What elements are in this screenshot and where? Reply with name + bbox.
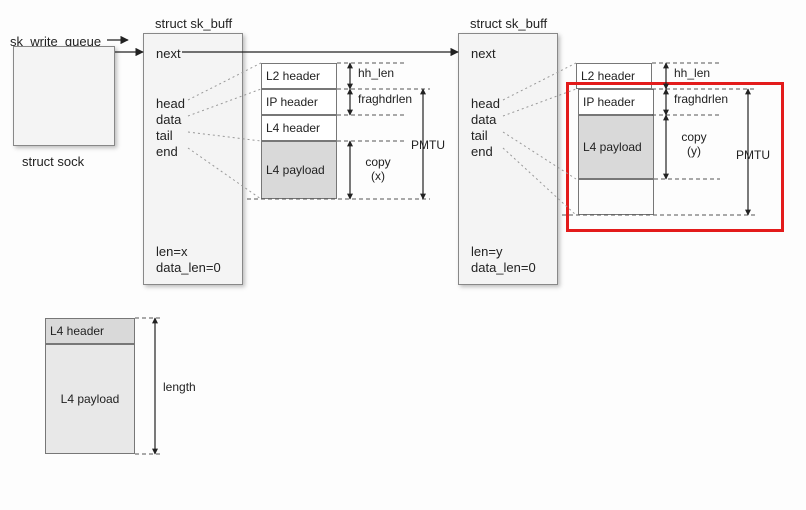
skb1-tail: tail [156, 128, 173, 143]
skb1-frag: fraghdrlen [358, 92, 412, 106]
skb2-tail: tail [471, 128, 488, 143]
skb2-box: next head data tail end len=y data_len=0 [458, 33, 558, 285]
skb1-copy: copy (x) [358, 155, 398, 183]
skb1-end: end [156, 144, 178, 159]
skb2-datalen: data_len=0 [471, 260, 536, 275]
skb2-head: head [471, 96, 500, 111]
skb1-datalen: data_len=0 [156, 260, 221, 275]
sock-box [13, 46, 115, 146]
skb2-len: len=y [471, 244, 502, 259]
sock-caption: struct sock [22, 154, 84, 169]
skb1-len: len=x [156, 244, 187, 259]
bottom-l4h: L4 header [45, 318, 135, 344]
skb1-l2-hdr: L2 header [261, 63, 337, 89]
skb2-title: struct sk_buff [470, 16, 547, 31]
skb2-end: end [471, 144, 493, 159]
skb1-hh: hh_len [358, 66, 394, 80]
bottom-length: length [163, 380, 196, 394]
skb1-pmtu: PMTU [411, 138, 445, 152]
skb2-next: next [471, 46, 496, 61]
skb1-ip-hdr: IP header [261, 89, 337, 115]
skb2-hh: hh_len [674, 66, 710, 80]
skb1-l4p: L4 payload [261, 141, 337, 199]
skb1-l4h-hdr: L4 header [261, 115, 337, 141]
skb2-data: data [471, 112, 496, 127]
skb1-data: data [156, 112, 181, 127]
skb1-next: next [156, 46, 181, 61]
skb1-box: next head data tail end len=x data_len=0 [143, 33, 243, 285]
highlight-box [566, 82, 784, 232]
skb1-head: head [156, 96, 185, 111]
skb1-title: struct sk_buff [155, 16, 232, 31]
bottom-l4p: L4 payload [45, 344, 135, 454]
